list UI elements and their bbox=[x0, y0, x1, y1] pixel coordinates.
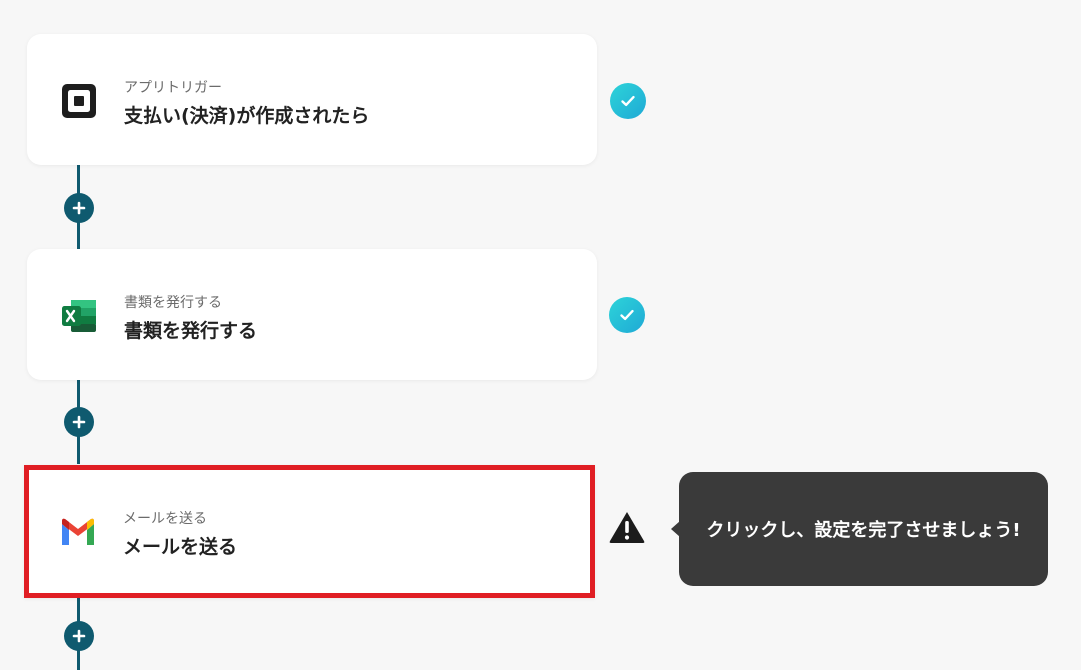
square-pos-icon bbox=[62, 84, 96, 118]
step-subtitle: 書類を発行する bbox=[124, 295, 222, 311]
step-title: 支払い(決済)が作成されたら bbox=[124, 105, 370, 127]
plus-icon bbox=[72, 201, 86, 215]
add-step-button[interactable] bbox=[64, 193, 94, 223]
step-title: メールを送る bbox=[123, 536, 238, 558]
plus-icon bbox=[72, 629, 86, 643]
gmail-icon bbox=[62, 518, 94, 545]
setup-hint-tooltip: クリックし、設定を完了させましょう! bbox=[679, 472, 1048, 586]
step-title: 書類を発行する bbox=[124, 320, 258, 342]
flow-step-send-mail[interactable]: メールを送る メールを送る bbox=[24, 465, 595, 598]
flow-step-issue-document[interactable]: 書類を発行する 書類を発行する bbox=[27, 249, 597, 380]
add-step-button[interactable] bbox=[64, 621, 94, 651]
step-subtitle: メールを送る bbox=[123, 511, 207, 527]
flow-step-trigger[interactable]: アプリトリガー 支払い(決済)が作成されたら bbox=[27, 34, 597, 165]
step-subtitle: アプリトリガー bbox=[124, 80, 222, 96]
excel-icon bbox=[62, 300, 96, 332]
warning-icon bbox=[609, 512, 645, 543]
tooltip-text: クリックし、設定を完了させましょう! bbox=[706, 520, 1021, 541]
step-complete-check-icon bbox=[610, 83, 646, 119]
step-complete-check-icon bbox=[609, 297, 645, 333]
plus-icon bbox=[72, 415, 86, 429]
add-step-button[interactable] bbox=[64, 407, 94, 437]
